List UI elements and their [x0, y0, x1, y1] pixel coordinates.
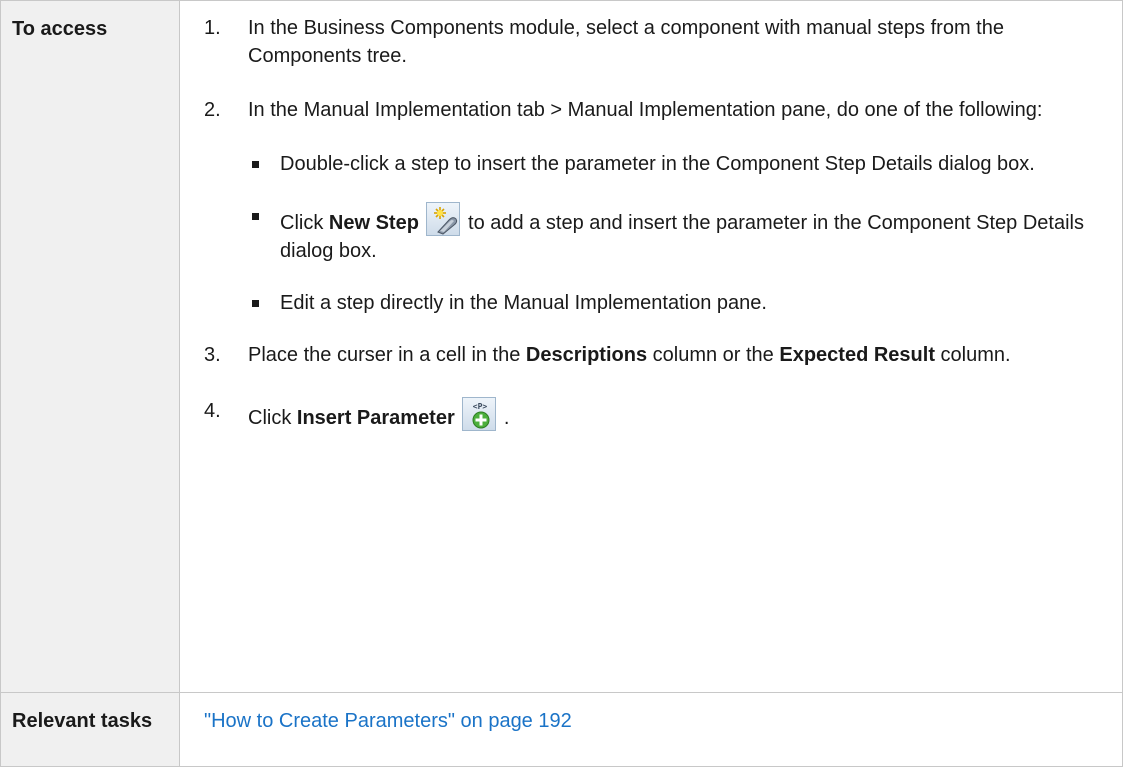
step-number: 3.	[204, 344, 221, 366]
step-1: 1. In the Business Components module, se…	[204, 14, 1100, 70]
row-relevant-tasks: Relevant tasks "How to Create Parameters…	[0, 692, 1123, 767]
substep-1: Double-click a step to insert the parame…	[248, 150, 1100, 178]
insert-parameter-label: Insert Parameter	[296, 407, 455, 429]
step-3: 3. Place the curser in a cell in the Des…	[204, 341, 1100, 369]
info-table: To access 1. In the Business Components …	[0, 0, 1123, 767]
bullet-icon	[252, 300, 259, 307]
new-step-icon[interactable]	[426, 202, 461, 236]
row-content-relevant-tasks: "How to Create Parameters" on page 192	[179, 692, 1123, 767]
step-text-mid: column or the	[647, 344, 780, 366]
row-to-access: To access 1. In the Business Components …	[0, 0, 1123, 693]
step-text: In the Business Components module, selec…	[248, 17, 1004, 67]
svg-text:<P>: <P>	[473, 402, 488, 411]
row-content-to-access: 1. In the Business Components module, se…	[179, 0, 1123, 693]
access-steps-list: 1. In the Business Components module, se…	[204, 14, 1100, 432]
bullet-icon	[252, 161, 259, 168]
step-text-post: .	[498, 407, 510, 429]
step-text-post: column.	[934, 344, 1011, 366]
step-text-pre: Click	[248, 407, 297, 429]
substep-2: Click New Step to add a step and insert …	[248, 202, 1100, 265]
step-number: 4.	[204, 400, 221, 422]
row-label-to-access: To access	[0, 0, 180, 693]
insert-parameter-icon[interactable]: <P>	[462, 397, 497, 431]
substep-text: Edit a step directly in the Manual Imple…	[280, 292, 767, 314]
step-text-pre: Place the curser in a cell in the	[248, 344, 526, 366]
row-label-relevant-tasks: Relevant tasks	[0, 692, 180, 767]
descriptions-label: Descriptions	[525, 344, 648, 366]
how-to-create-parameters-link[interactable]: "How to Create Parameters" on page 192	[204, 710, 572, 732]
step-4: 4. Click Insert Parameter <P> .	[204, 397, 1100, 432]
step-2: 2. In the Manual Implementation tab > Ma…	[204, 96, 1100, 317]
step-number: 2.	[204, 99, 221, 121]
step-text: In the Manual Implementation tab > Manua…	[248, 99, 1043, 121]
substep-3: Edit a step directly in the Manual Imple…	[248, 289, 1100, 317]
bullet-icon	[252, 213, 259, 220]
expected-result-label: Expected Result	[779, 344, 935, 366]
substep-text: Double-click a step to insert the parame…	[280, 153, 1035, 175]
substeps-list: Double-click a step to insert the parame…	[248, 150, 1100, 317]
new-step-label: New Step	[328, 212, 419, 234]
step-number: 1.	[204, 17, 221, 39]
substep-text-pre: Click	[280, 212, 329, 234]
